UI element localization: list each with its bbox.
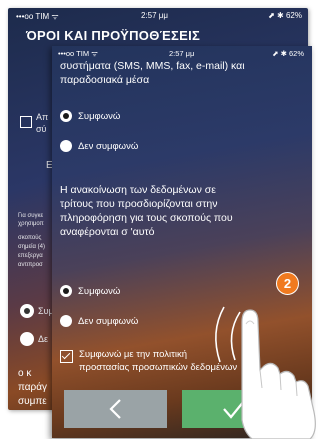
battery-indicator: ⬈ ✱ 62%	[268, 11, 302, 20]
text-line: τρίτους που προσδιορίζονται στην	[60, 198, 218, 210]
radio-button[interactable]	[60, 110, 72, 122]
carrier-label: •••oo TIM ᯤ	[16, 12, 59, 21]
battery-indicator: ⬈ ✱ 62%	[272, 49, 304, 58]
consent-text: συστήματα (SMS, MMS, fax, e-mail) και πα…	[60, 59, 245, 87]
text-line: αναφέρονται σ 'αυτό	[60, 226, 155, 238]
text-fragment: επεξεργα	[18, 253, 43, 259]
text-line: Η ανακοίνωση των δεδομένων σε	[60, 184, 216, 196]
chevron-left-icon	[108, 399, 121, 419]
radio-disagree[interactable]	[20, 332, 34, 346]
checkbox[interactable]	[20, 116, 32, 128]
text-line: παραδοσιακά μέσα	[60, 74, 150, 86]
radio-button[interactable]	[60, 140, 72, 152]
text-fragment: παράγ	[18, 382, 48, 393]
radio-agree-2[interactable]: Συμφωνώ	[60, 283, 120, 299]
step-number-badge: 2	[276, 272, 299, 295]
radio-label: Δεν συμφωνώ	[78, 315, 139, 327]
radio-disagree-2[interactable]: Δεν συμφωνώ	[60, 313, 138, 329]
text-fragment: σκοπούς	[18, 235, 42, 241]
text-fragment: Απ	[36, 112, 49, 122]
clock: 2:57 μμ	[169, 49, 195, 58]
radio-label: Δεν συμφωνώ	[78, 140, 139, 152]
radio-agree-1[interactable]: Συμφωνώ	[60, 108, 120, 124]
page-title: ΌΡΟΙ ΚΑΙ ΠΡΟΫΠΟΘΈΣΕΙΣ	[26, 28, 201, 43]
status-bar: •••oo TIM ᯤ 2:57 μμ ⬈ ✱ 62%	[8, 8, 308, 22]
text-fragment: ο κ	[18, 368, 32, 379]
status-bar: •••oo TIM ᯤ 2:57 μμ ⬈ ✱ 62%	[52, 46, 312, 60]
text-fragment: σύ	[36, 124, 47, 134]
radio-agree[interactable]	[20, 304, 34, 318]
consent-paragraph: Η ανακοίνωση των δεδομένων σε τρίτους πο…	[60, 183, 233, 239]
radio-label: Συμφωνώ	[78, 110, 121, 122]
privacy-policy-checkbox[interactable]	[60, 350, 73, 363]
text-fragment: σημεία (4)	[18, 244, 45, 250]
radio-disagree-1[interactable]: Δεν συμφωνώ	[60, 138, 138, 154]
back-button[interactable]	[64, 390, 167, 428]
text-fragment: συμπε	[18, 396, 47, 407]
text-line: πληροφόρηση για τους σκοπούς που	[60, 212, 233, 224]
clock: 2:57 μμ	[141, 11, 169, 20]
pointing-finger-icon	[215, 306, 316, 439]
radio-label: Συμφωνώ	[78, 285, 121, 297]
text-fragment: αντιπροσ	[18, 262, 43, 268]
text-fragment: Για συγκε	[18, 213, 44, 219]
radio-label: Δε	[38, 334, 49, 344]
text-fragment: χρησιμοπ	[18, 221, 44, 227]
radio-button[interactable]	[60, 285, 72, 297]
carrier-label: •••oo TIM ᯤ	[58, 49, 99, 58]
text-line: συστήματα (SMS, MMS, fax, e-mail) και	[60, 60, 245, 72]
radio-button[interactable]	[60, 315, 72, 327]
